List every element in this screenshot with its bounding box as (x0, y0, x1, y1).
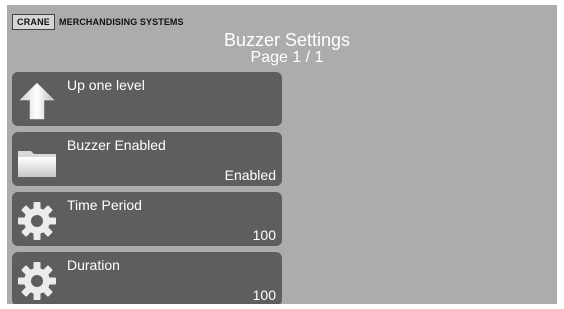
gear-icon (17, 201, 57, 241)
menu-item-value: Enabled (224, 167, 276, 183)
gear-icon (17, 261, 57, 301)
menu-item-label: Time Period (67, 197, 142, 213)
menu-item-duration[interactable]: Duration 100 (12, 252, 282, 304)
page-title: Buzzer Settings (223, 30, 351, 50)
menu-item-label: Duration (67, 257, 120, 273)
menu-item-up-one-level[interactable]: Up one level (12, 72, 282, 126)
brand-header: CRANE MERCHANDISING SYSTEMS (12, 14, 184, 30)
menu-item-value: 100 (252, 227, 276, 243)
folder-icon (17, 141, 57, 181)
crane-logo: CRANE (12, 14, 56, 30)
brand-name: MERCHANDISING SYSTEMS (59, 17, 184, 27)
menu-item-time-period[interactable]: Time Period 100 (12, 192, 282, 246)
menu-item-buzzer-enabled[interactable]: Buzzer Enabled Enabled (12, 132, 282, 186)
page-indicator: Page 1 / 1 (250, 49, 324, 66)
menu-item-label: Buzzer Enabled (67, 137, 166, 153)
menu-item-label: Up one level (67, 77, 145, 93)
menu-item-value: 100 (252, 287, 276, 303)
screen: CRANE MERCHANDISING SYSTEMS Buzzer Setti… (7, 5, 557, 304)
up-arrow-icon (17, 81, 57, 121)
